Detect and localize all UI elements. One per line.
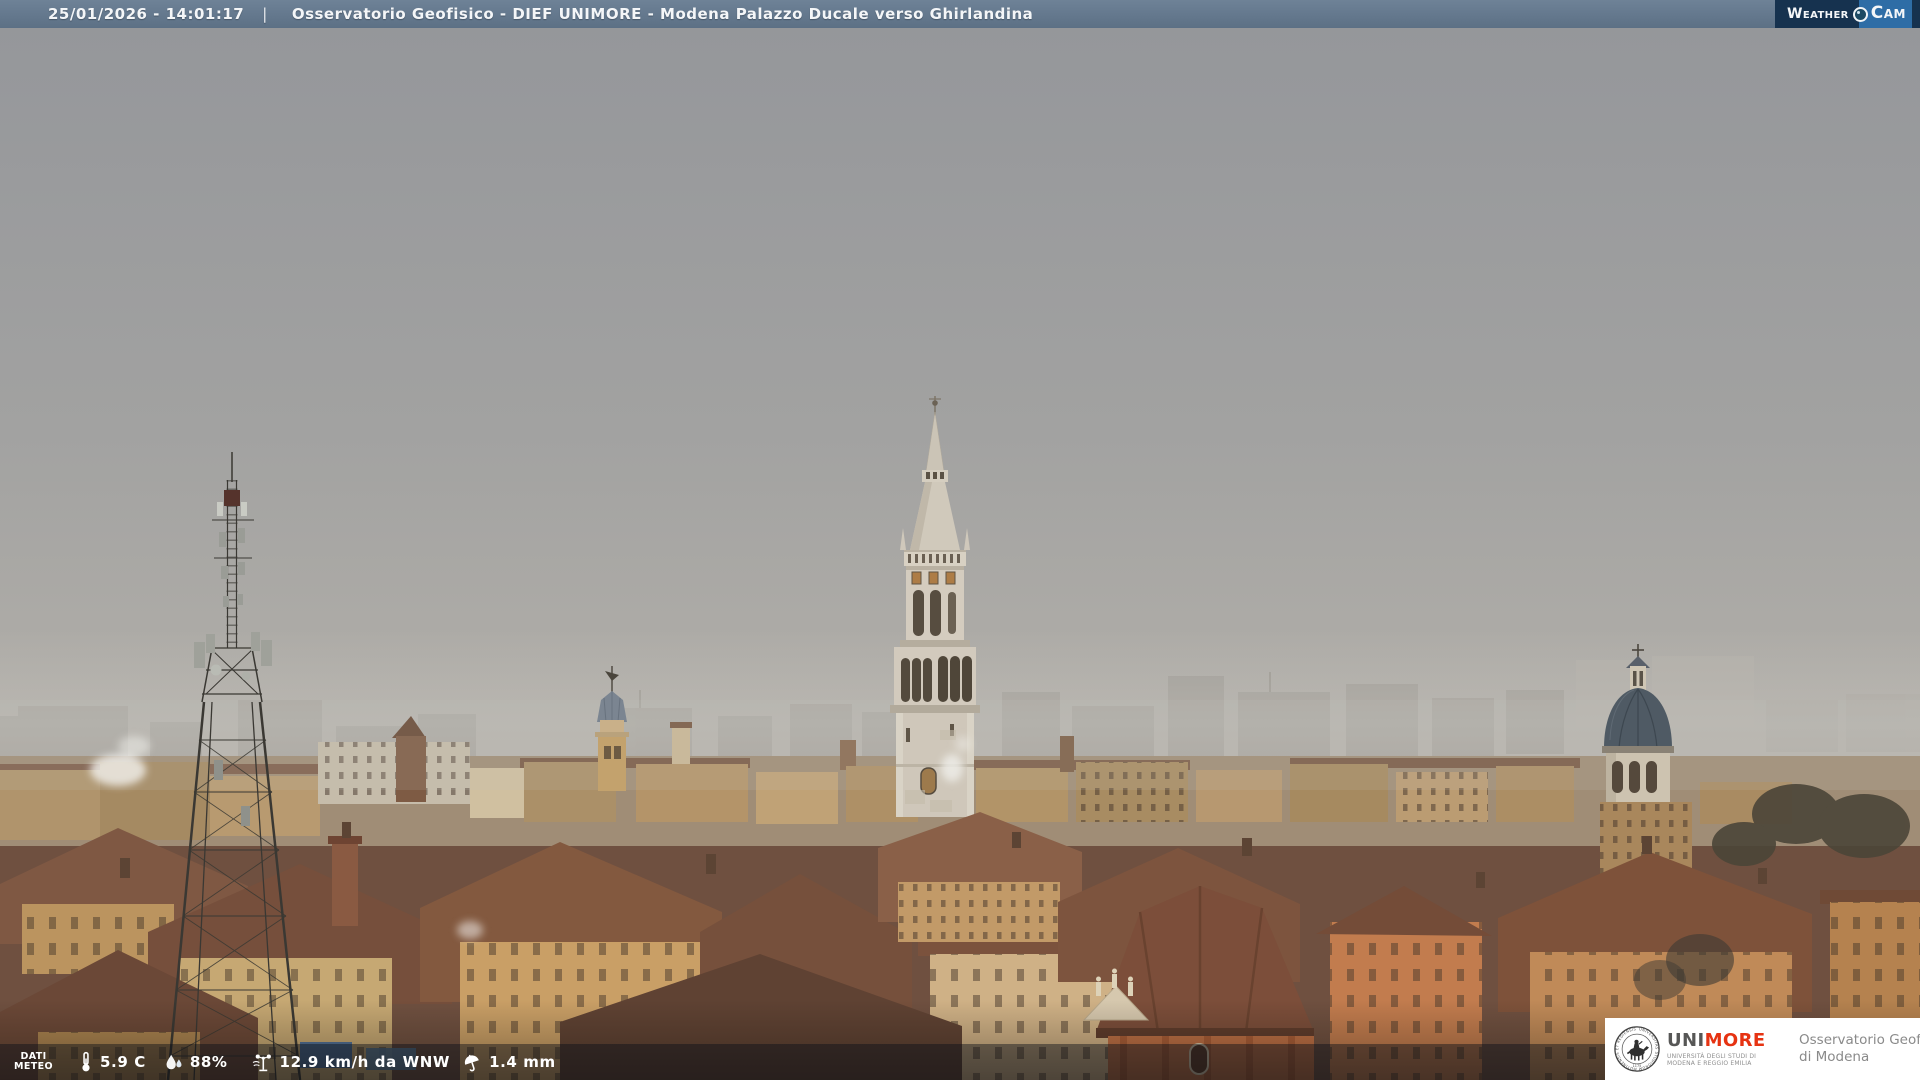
unimore-more: MORE <box>1705 1030 1766 1051</box>
humidity-reading: 88% <box>164 1053 228 1071</box>
anemometer-icon <box>252 1053 273 1072</box>
unimore-uni: UNI <box>1667 1030 1705 1051</box>
unimore-wordmark: UNIMORE UNIVERSITÀ DEGLI STUDI DI MODENA… <box>1667 1031 1791 1068</box>
weathercam-word: Weather <box>1787 6 1849 22</box>
dati-meteo-label: DATI METEO <box>14 1052 53 1072</box>
rain-reading: 1.4 mm <box>462 1053 556 1072</box>
webcam-frame: 25/01/2026 - 14:01:17 | Osservatorio Geo… <box>0 0 1920 1080</box>
weathercam-logo[interactable]: Weather Cam <box>1775 0 1920 28</box>
temperature-value: 5.9 C <box>100 1053 146 1071</box>
temperature-reading: 5.9 C <box>79 1051 146 1073</box>
wind-value: 12.9 km/h da WNW <box>280 1053 451 1071</box>
camera-title: Osservatorio Geofisico - DIEF UNIMORE - … <box>292 5 1034 23</box>
rain-value: 1.4 mm <box>489 1053 556 1071</box>
city-panorama-photo <box>0 0 1920 1080</box>
thermometer-icon <box>79 1051 93 1073</box>
humidity-value: 88% <box>190 1053 228 1071</box>
wind-reading: 12.9 km/h da WNW <box>252 1053 451 1072</box>
umbrella-icon <box>462 1053 482 1072</box>
unimore-branding[interactable]: UNIVERSITAS STUDIORUM MUTINENSIS ET REGI… <box>1605 1018 1920 1080</box>
svg-text:1175: 1175 <box>1633 1064 1642 1068</box>
observatory-name: Osservatorio Geofisico di Modena <box>1799 1032 1920 1066</box>
university-name: UNIVERSITÀ DEGLI STUDI DI MODENA E REGGI… <box>1667 1053 1791 1068</box>
separator: | <box>262 5 268 23</box>
unimore-seal-icon: UNIVERSITAS STUDIORUM MUTINENSIS ET REGI… <box>1613 1025 1661 1073</box>
camera-lens-icon <box>1853 7 1868 22</box>
timestamp: 25/01/2026 - 14:01:17 <box>48 5 244 23</box>
water-drops-icon <box>164 1054 183 1071</box>
status-bar: 25/01/2026 - 14:01:17 | Osservatorio Geo… <box>0 0 1920 28</box>
